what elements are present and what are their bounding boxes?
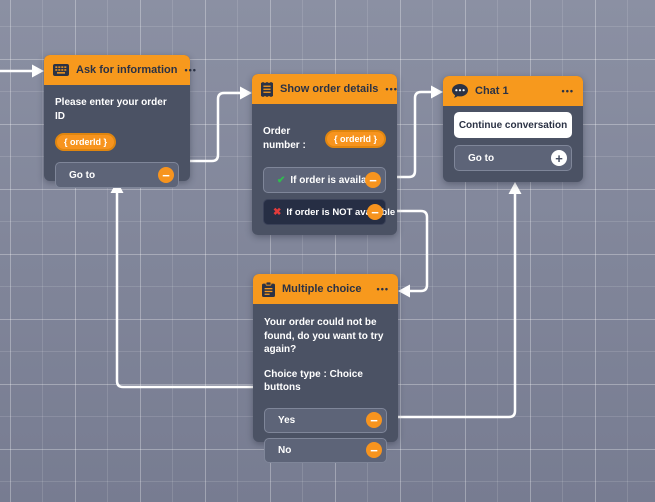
button-label: Go to — [468, 153, 494, 164]
node-body: Your order could not be found, do you wa… — [253, 316, 398, 471]
button-label: Go to — [69, 170, 95, 181]
connector-not-available-to-choice[interactable] — [395, 211, 427, 298]
minus-icon: − — [370, 414, 378, 427]
node-body: Please enter your order ID { orderId } G… — [44, 96, 190, 196]
connector-no-to-chat[interactable] — [396, 182, 522, 417]
choice-no-button[interactable]: No − — [264, 438, 387, 463]
goto-button[interactable]: Go to + — [454, 145, 572, 171]
node-ask-for-information[interactable]: Ask for information ••• Please enter you… — [44, 55, 190, 181]
node-header[interactable]: Show order details ••• — [252, 74, 397, 104]
check-icon: ✔ — [277, 175, 285, 186]
more-options-icon[interactable]: ••• — [385, 84, 397, 94]
node-title: Ask for information — [76, 64, 177, 76]
remove-connection-port[interactable]: − — [366, 442, 382, 458]
node-body: Order number : { orderId } ✔ If order is… — [252, 125, 397, 233]
node-show-order-details[interactable]: Show order details ••• Order number : { … — [252, 74, 397, 235]
clipboard-icon — [262, 282, 275, 297]
minus-icon: − — [162, 169, 170, 182]
more-options-icon[interactable]: ••• — [562, 86, 574, 96]
condition-not-available-button[interactable]: ✖ If order is NOT available − — [263, 199, 386, 225]
chat-bubble-icon — [452, 84, 468, 98]
variable-tag: { orderId } — [55, 133, 116, 151]
add-connection-port[interactable]: + — [551, 150, 567, 166]
continue-conversation-button[interactable]: Continue conversation — [454, 112, 572, 138]
condition-available-button[interactable]: ✔ If order is available − — [263, 167, 386, 193]
connector-available-to-chat[interactable] — [395, 86, 443, 178]
connector-ask-goto-to-details[interactable] — [186, 87, 252, 162]
question-text: Please enter your order ID — [55, 96, 179, 123]
plus-icon: + — [555, 152, 563, 165]
variable-tag: { orderId } — [325, 130, 386, 148]
minus-icon: − — [370, 444, 378, 457]
remove-connection-port[interactable]: − — [158, 167, 174, 183]
field-line: Order number : { orderId } — [263, 125, 386, 152]
remove-connection-port[interactable]: − — [365, 172, 381, 188]
flow-canvas: Ask for information ••• Please enter you… — [0, 0, 655, 502]
node-header[interactable]: Ask for information ••• — [44, 55, 190, 85]
node-header[interactable]: Multiple choice ••• — [253, 274, 398, 304]
remove-connection-port[interactable]: − — [367, 204, 383, 220]
button-label: No — [278, 445, 291, 456]
node-title: Show order details — [280, 83, 378, 95]
node-chat-1[interactable]: Chat 1 ••• Continue conversation Go to + — [443, 76, 583, 182]
node-body: Continue conversation Go to + — [443, 112, 583, 179]
minus-icon: − — [369, 174, 377, 187]
node-multiple-choice[interactable]: Multiple choice ••• Your order could not… — [253, 274, 398, 442]
field-label: Order number : — [263, 125, 320, 152]
button-label: Continue conversation — [459, 120, 567, 131]
more-options-icon[interactable]: ••• — [377, 284, 389, 294]
goto-button[interactable]: Go to − — [55, 162, 179, 188]
connector-incoming-to-ask[interactable] — [0, 65, 44, 78]
remove-connection-port[interactable]: − — [366, 412, 382, 428]
more-options-icon[interactable]: ••• — [184, 65, 196, 75]
button-label: Yes — [278, 415, 295, 426]
receipt-icon — [261, 82, 273, 97]
keyboard-icon — [53, 64, 69, 76]
question-text: Your order could not be found, do you wa… — [264, 316, 387, 357]
connector-yes-to-ask[interactable] — [111, 181, 256, 387]
variable-tag-row: { orderId } — [55, 132, 179, 151]
minus-icon: − — [371, 206, 379, 219]
node-header[interactable]: Chat 1 ••• — [443, 76, 583, 106]
node-title: Multiple choice — [282, 283, 370, 295]
cross-icon: ✖ — [273, 207, 281, 218]
node-title: Chat 1 — [475, 85, 555, 97]
choice-yes-button[interactable]: Yes − — [264, 408, 387, 433]
choice-type-text: Choice type : Choice buttons — [264, 368, 387, 395]
